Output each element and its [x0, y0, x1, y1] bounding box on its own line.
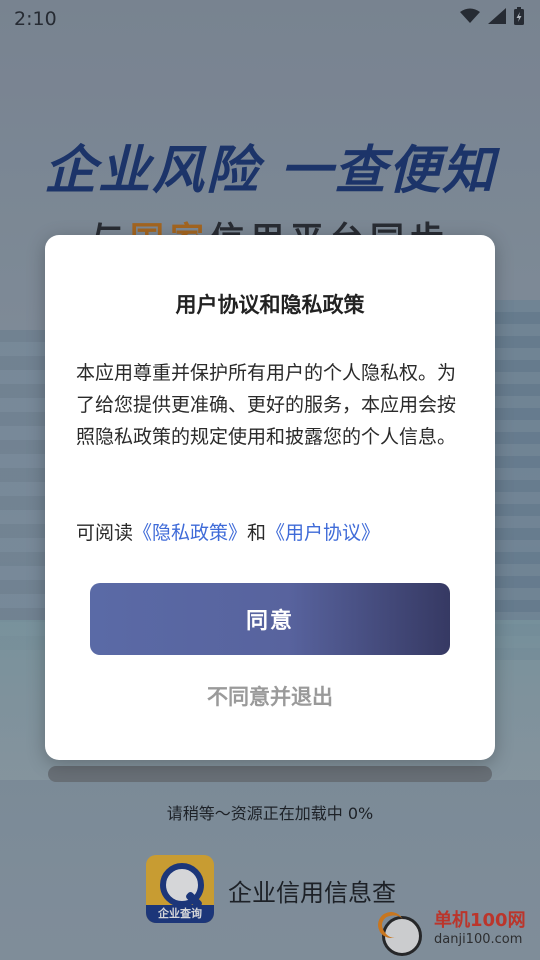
user-agreement-link[interactable]: 《用户协议》: [266, 522, 380, 544]
decline-exit-button[interactable]: 不同意并退出: [45, 681, 495, 711]
dialog-links: 可阅读《隐私政策》和《用户协议》: [76, 517, 475, 549]
dialog-body: 本应用尊重并保护所有用户的个人隐私权。为了给您提供更准确、更好的服务，本应用会按…: [76, 362, 457, 448]
privacy-dialog: 用户协议和隐私政策 本应用尊重并保护所有用户的个人隐私权。为了给您提供更准确、更…: [45, 235, 495, 760]
links-prefix: 可阅读: [76, 522, 134, 544]
privacy-policy-link[interactable]: 《隐私政策》: [133, 522, 247, 544]
agree-button[interactable]: 同意: [90, 583, 450, 655]
links-and: 和: [247, 522, 267, 544]
dialog-title: 用户协议和隐私政策: [175, 293, 365, 317]
